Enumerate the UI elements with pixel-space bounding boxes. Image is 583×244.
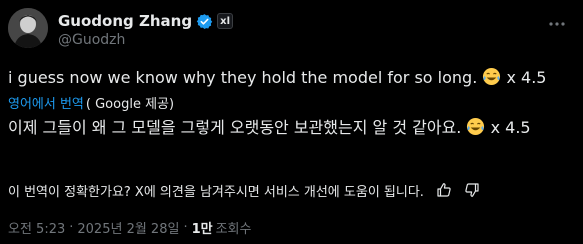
post-date[interactable]: 2025년 2월 28일 — [77, 218, 179, 237]
tweet-meta: 오전 5:23 · 2025년 2월 28일 · 1만 조회수 — [8, 217, 251, 237]
translation-notice: 영어에서 번역 ( Google 제공) — [8, 92, 174, 112]
thumbs-down-icon[interactable] — [464, 182, 480, 198]
more-dots-icon[interactable] — [547, 14, 567, 34]
verified-badge-icon[interactable] — [196, 13, 213, 30]
name-row: Guodong Zhang xl — [58, 11, 234, 31]
tweet-text-body: i guess now we know why they hold the mo… — [8, 68, 478, 87]
user-handle[interactable]: @Guodzh — [58, 32, 125, 48]
post-time[interactable]: 오전 5:23 — [8, 218, 65, 237]
affiliate-badge[interactable]: xl — [217, 13, 234, 29]
thumbs-up-icon[interactable] — [436, 182, 452, 198]
translated-text: 이제 그들이 왜 그 모델을 그렇게 오랫동안 보관했는지 알 것 같아요. x… — [8, 117, 568, 138]
tweet-header: Guodong Zhang xl @Guodzh — [8, 8, 575, 52]
avatar-photo — [8, 8, 48, 48]
laughing-tears-emoji-icon — [482, 67, 501, 86]
translation-provider: ( Google 제공) — [85, 96, 175, 112]
views-label: 조회수 — [215, 221, 252, 237]
feedback-question: 이 번역이 정확한가요? X에 의견을 남겨주시면 서비스 개선에 도움이 됩니… — [8, 184, 424, 200]
separator-dot: · — [69, 219, 74, 235]
translation-feedback: 이 번역이 정확한가요? X에 의견을 남겨주시면 서비스 개선에 도움이 됩니… — [8, 180, 480, 200]
translated-from-link[interactable]: 영어에서 번역 — [8, 93, 84, 112]
translated-text-body: 이제 그들이 왜 그 모델을 그렇게 오랫동안 보관했는지 알 것 같아요. — [8, 118, 462, 137]
translated-text-suffix: x 4.5 — [490, 118, 531, 137]
views-count: 1만 — [191, 221, 213, 237]
tweet-text-suffix: x 4.5 — [506, 68, 547, 87]
laughing-tears-emoji-icon — [466, 117, 485, 136]
display-name[interactable]: Guodong Zhang — [58, 12, 192, 30]
tweet-text: i guess now we know why they hold the mo… — [8, 67, 568, 88]
avatar[interactable] — [8, 8, 48, 48]
separator-dot: · — [183, 219, 188, 235]
